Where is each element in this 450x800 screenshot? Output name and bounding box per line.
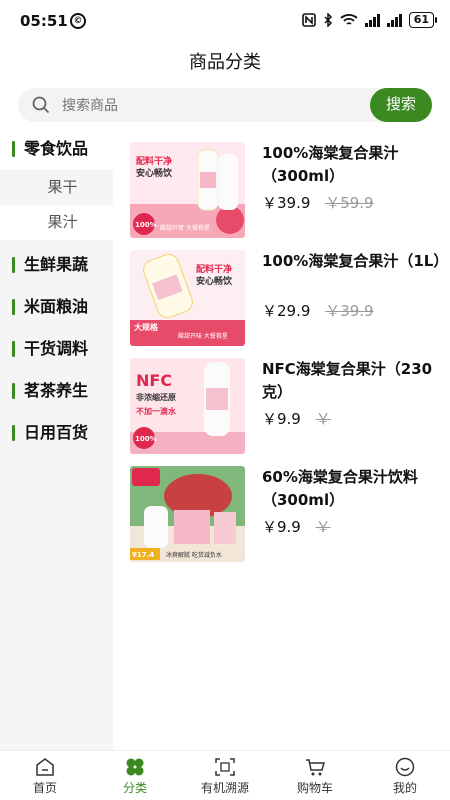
- tab-organic-trace[interactable]: 有机溯源: [180, 751, 270, 800]
- svg-text:NFC: NFC: [136, 371, 172, 390]
- category-marker: [12, 341, 15, 357]
- product-image[interactable]: 配料干净 安心畅饮 100% 酸甜开胃 大餐救星: [130, 142, 245, 238]
- tab-cart[interactable]: 购物车: [270, 751, 360, 800]
- sidebar-item-label: 米面粮油: [24, 297, 89, 316]
- price-row: ￥39.9 ￥59.9: [262, 192, 374, 213]
- wifi-icon: [340, 14, 358, 25]
- product-image[interactable]: NFC 非浓缩还原 不加一滴水 100%: [130, 358, 245, 454]
- product-price: ￥39.9: [262, 194, 311, 212]
- product-image[interactable]: 配料干净 安心畅饮 大规格 酸甜开味 大餐救星: [130, 250, 245, 346]
- product-name[interactable]: NFC海棠复合果汁（230克）: [262, 358, 447, 404]
- category-sidebar: 零食饮品 果干 果汁 生鲜果蔬 米面粮油 干货调料 茗茶养生 日用百货: [0, 128, 113, 750]
- signal-icon-2: [386, 13, 402, 27]
- category-marker: [12, 257, 15, 273]
- product-name[interactable]: 100%海棠复合果汁（300ml）: [262, 142, 447, 188]
- status-time: 05:51: [20, 12, 68, 30]
- subcategory-dried-fruit[interactable]: 果干: [0, 170, 113, 205]
- notification-icon: ©: [70, 13, 86, 29]
- price-row: ￥9.9 ￥: [262, 516, 331, 537]
- category-marker: [12, 425, 15, 441]
- sidebar-item-tea-wellness[interactable]: 茗茶养生: [0, 370, 113, 412]
- tab-label: 分类: [122, 781, 147, 795]
- price-row: ￥9.9 ￥: [262, 408, 331, 429]
- tab-label: 购物车: [296, 781, 333, 795]
- svg-text:配料干净: 配料干净: [196, 263, 232, 275]
- sidebar-item-label: 茗茶养生: [24, 381, 89, 400]
- original-price: ￥: [315, 410, 331, 428]
- svg-text:100%: 100%: [135, 221, 157, 229]
- battery-indicator: 61: [408, 12, 438, 28]
- sidebar-item-label: 生鲜果蔬: [24, 255, 89, 274]
- profile-icon: [395, 757, 415, 777]
- search-input[interactable]: [62, 88, 362, 122]
- original-price: ￥59.9: [325, 194, 374, 212]
- svg-text:冰爽解腻 吃货减负水: 冰爽解腻 吃货减负水: [166, 551, 222, 559]
- tab-profile[interactable]: 我的: [360, 751, 450, 800]
- tab-label: 首页: [32, 781, 57, 795]
- product-image[interactable]: ¥17.4 冰爽解腻 吃货减负水: [130, 466, 245, 562]
- status-icons: 61: [301, 12, 438, 28]
- scan-icon: [215, 758, 235, 776]
- sidebar-item-snacks-drinks[interactable]: 零食饮品: [0, 128, 113, 170]
- svg-text:大规格: 大规格: [134, 322, 159, 332]
- search-button[interactable]: 搜索: [370, 88, 432, 122]
- svg-text:¥17.4: ¥17.4: [132, 551, 154, 559]
- nfc-icon: [301, 13, 316, 27]
- sidebar-item-label: 日用百货: [24, 423, 89, 442]
- sidebar-item-fresh-produce[interactable]: 生鲜果蔬: [0, 244, 113, 286]
- product-name[interactable]: 100%海棠复合果汁（1L）: [262, 250, 448, 273]
- active-category-group: 零食饮品 果干 果汁: [0, 128, 113, 240]
- active-indicator: [12, 141, 15, 157]
- tab-home[interactable]: 首页: [0, 751, 90, 800]
- product-card[interactable]: NFC 非浓缩还原 不加一滴水 100% NFC海棠复合果汁（230克） ￥9.…: [113, 344, 450, 454]
- signal-icon-1: [364, 13, 380, 27]
- product-price: ￥29.9: [262, 302, 311, 320]
- home-icon: [36, 758, 54, 776]
- sidebar-item-dried-goods[interactable]: 干货调料: [0, 328, 113, 370]
- sidebar-item-grain-oil[interactable]: 米面粮油: [0, 286, 113, 328]
- svg-text:安心畅饮: 安心畅饮: [196, 275, 233, 287]
- svg-text:100%: 100%: [135, 435, 157, 443]
- subcategory-juice[interactable]: 果汁: [0, 205, 113, 240]
- search-icon: [32, 96, 50, 114]
- page-title: 商品分类: [189, 52, 261, 73]
- svg-text:不加一滴水: 不加一滴水: [136, 406, 177, 416]
- svg-text:配料干净: 配料干净: [136, 155, 172, 167]
- sidebar-item-label: 零食饮品: [24, 139, 89, 158]
- original-price: ￥: [315, 518, 331, 536]
- product-card[interactable]: 配料干净 安心畅饮 大规格 酸甜开味 大餐救星 100%海棠复合果汁（1L） ￥…: [113, 236, 450, 346]
- tab-label: 有机溯源: [200, 781, 249, 795]
- product-card[interactable]: ¥17.4 冰爽解腻 吃货减负水 60%海棠复合果汁饮料（300ml） ￥9.9…: [113, 452, 450, 562]
- svg-text:安心畅饮: 安心畅饮: [136, 167, 173, 179]
- cart-icon: [306, 759, 325, 776]
- category-marker: [12, 383, 15, 399]
- product-card[interactable]: 配料干净 安心畅饮 100% 酸甜开胃 大餐救星 100%海棠复合果汁（300m…: [113, 128, 450, 238]
- product-price: ￥9.9: [262, 518, 301, 536]
- svg-text:酸甜开味 大餐救星: 酸甜开味 大餐救星: [178, 332, 228, 340]
- product-name[interactable]: 60%海棠复合果汁饮料（300ml）: [262, 466, 447, 512]
- price-row: ￥29.9 ￥39.9: [262, 300, 374, 321]
- sidebar-item-label: 干货调料: [24, 339, 89, 358]
- tab-category[interactable]: 分类: [90, 751, 180, 800]
- svg-text:非浓缩还原: 非浓缩还原: [136, 392, 176, 402]
- status-bar: 05:51 © 61: [0, 0, 450, 44]
- product-price: ￥9.9: [262, 410, 301, 428]
- bluetooth-icon: [324, 13, 332, 27]
- clover-icon: [126, 758, 144, 776]
- original-price: ￥39.9: [325, 302, 374, 320]
- svg-text:酸甜开胃 大餐救星: 酸甜开胃 大餐救星: [160, 224, 210, 232]
- bottom-tabbar: 首页 分类 有机溯源 购物车 我的: [0, 750, 450, 800]
- category-marker: [12, 299, 15, 315]
- search-bar[interactable]: 搜索: [18, 88, 432, 122]
- tab-label: 我的: [392, 781, 417, 795]
- sidebar-item-daily-goods[interactable]: 日用百货: [0, 412, 113, 454]
